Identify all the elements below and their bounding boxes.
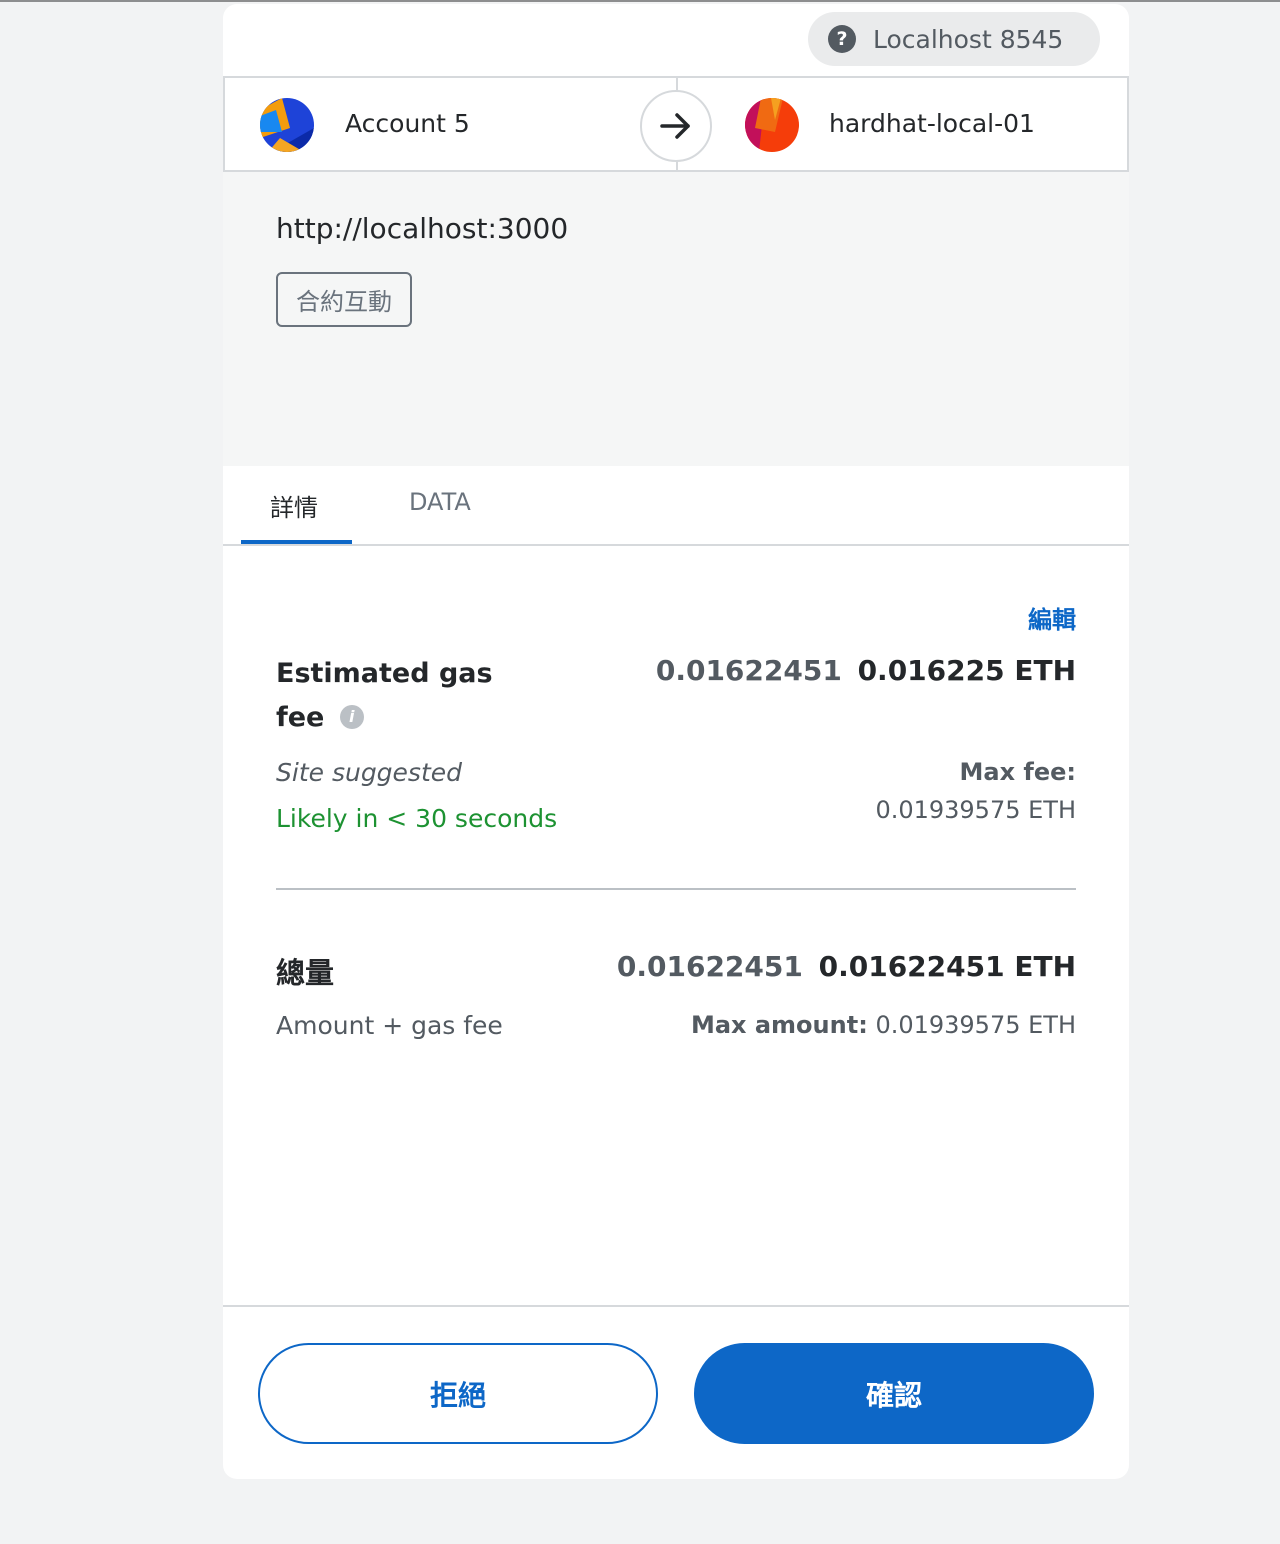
question-icon: ? bbox=[828, 25, 856, 53]
window-top-border bbox=[0, 0, 1280, 2]
total-secondary: 0.01622451 bbox=[616, 950, 803, 983]
active-tab-indicator bbox=[241, 540, 352, 544]
site-suggested-label: Site suggested bbox=[276, 758, 463, 787]
recipient-name: hardhat-local-01 bbox=[829, 109, 1035, 138]
sender-avatar-icon bbox=[260, 98, 314, 152]
gas-fee-primary: 0.016225 ETH bbox=[857, 654, 1076, 687]
total-subtitle: Amount + gas fee bbox=[276, 1011, 503, 1040]
estimated-gas-fee-label: Estimated gas fee i bbox=[276, 652, 536, 740]
sender-recipient-row: Account 5 hardhat-local-01 bbox=[223, 76, 1129, 172]
gas-timing: Likely in < 30 seconds bbox=[276, 804, 558, 833]
gas-fee-values: 0.01622451 0.016225 ETH bbox=[656, 654, 1076, 687]
network-display[interactable]: ? Localhost 8545 bbox=[808, 12, 1100, 66]
tab-data[interactable]: DATA bbox=[409, 488, 471, 516]
reject-button[interactable]: 拒絕 bbox=[258, 1343, 658, 1444]
max-fee-label: Max fee: bbox=[959, 758, 1076, 786]
gas-fee-secondary: 0.01622451 bbox=[655, 654, 842, 687]
method-badge: 合約互動 bbox=[276, 272, 412, 327]
footer-divider bbox=[223, 1305, 1129, 1307]
arrow-right-icon bbox=[640, 90, 712, 162]
max-amount-label: Max amount: bbox=[690, 1011, 868, 1039]
origin-url: http://localhost:3000 bbox=[276, 212, 569, 245]
total-label: 總量 bbox=[276, 956, 335, 990]
origin-section: http://localhost:3000 合約互動 bbox=[223, 172, 1129, 466]
max-amount-value: 0.01939575 ETH bbox=[875, 1011, 1076, 1039]
edit-gas-link[interactable]: 編輯 bbox=[1028, 600, 1076, 635]
network-label: Localhost 8545 bbox=[873, 24, 1064, 54]
info-icon[interactable]: i bbox=[339, 705, 364, 729]
confirm-button[interactable]: 確認 bbox=[694, 1343, 1094, 1444]
sender-name: Account 5 bbox=[345, 109, 470, 138]
confirm-transaction-panel: ? Localhost 8545 Account 5 hardhat-local… bbox=[223, 4, 1129, 1479]
section-divider bbox=[276, 888, 1076, 890]
total-values: 0.01622451 0.01622451 ETH bbox=[617, 950, 1076, 983]
recipient-avatar-icon bbox=[745, 98, 799, 152]
gas-label-line2: fee bbox=[276, 702, 325, 733]
total-primary: 0.01622451 ETH bbox=[818, 950, 1076, 983]
tab-bar: 詳情 DATA bbox=[223, 466, 1129, 546]
max-fee-value: 0.01939575 ETH bbox=[875, 796, 1076, 824]
max-amount: Max amount: 0.01939575 ETH bbox=[691, 1011, 1076, 1039]
tab-details[interactable]: 詳情 bbox=[270, 488, 318, 523]
gas-label-line1: Estimated gas bbox=[276, 658, 493, 689]
